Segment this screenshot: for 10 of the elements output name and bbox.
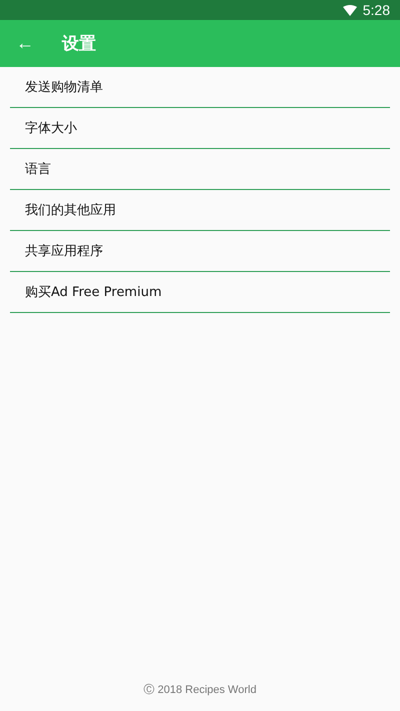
settings-item[interactable]: 购买Ad Free Premium (10, 272, 390, 313)
wifi-icon (342, 4, 357, 16)
screen-title: 设置 (62, 33, 96, 55)
settings-item[interactable]: 发送购物清单 (10, 67, 390, 108)
settings-item[interactable]: 字体大小 (10, 108, 390, 149)
copyright-text: Ⓒ 2018 Recipes World (144, 684, 256, 696)
settings-item[interactable]: 语言 (10, 149, 390, 190)
settings-item[interactable]: 共享应用程序 (10, 231, 390, 272)
settings-item[interactable]: 我们的其他应用 (10, 190, 390, 231)
status-time: 5:28 (362, 2, 390, 18)
